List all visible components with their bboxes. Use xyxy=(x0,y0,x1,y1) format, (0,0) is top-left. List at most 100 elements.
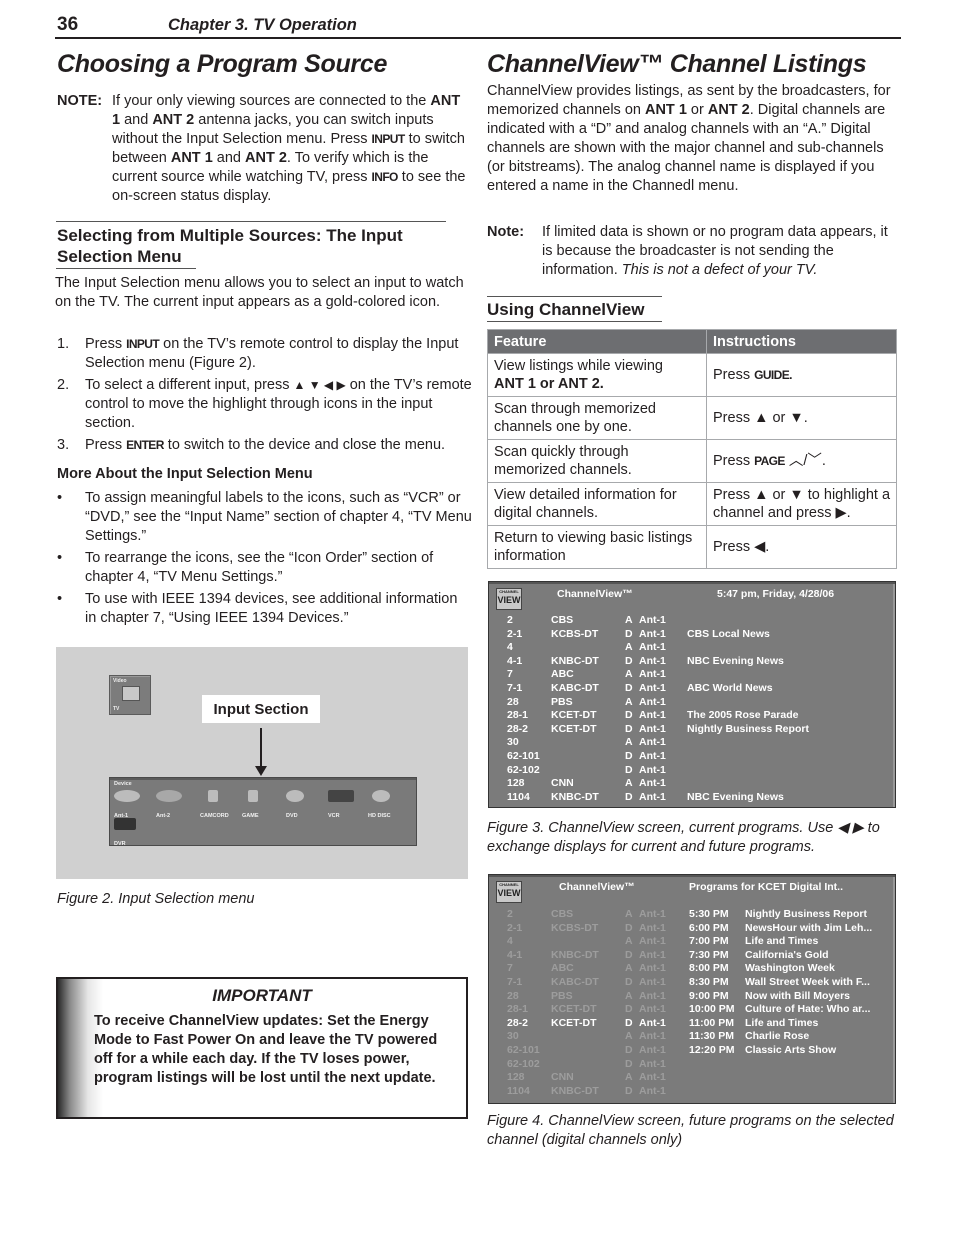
channel-name: KCET-DT xyxy=(551,722,597,735)
channel-row: 28-2 KCET-DT D Ant-1 Nightly Business Report xyxy=(489,723,895,737)
channelview-title: ChannelView™ xyxy=(559,881,635,893)
program-time: 11:30 PM xyxy=(689,1030,734,1043)
rule xyxy=(56,268,196,269)
section-title-channelview: ChannelView™ Channel Listings xyxy=(487,50,867,78)
figure-input-selection-menu: Video TV Input Section Device Ant-1 Ant-… xyxy=(56,647,468,879)
channel-number: 28-2 xyxy=(507,722,529,735)
logo-small-text: CHANNEL xyxy=(499,882,519,887)
channel-number: 62-101 xyxy=(507,750,540,762)
device-label: Device xyxy=(114,781,132,787)
table-header-row: Feature Instructions xyxy=(487,329,897,354)
channel-name: CNN xyxy=(551,1071,574,1084)
program-time: 7:00 PM xyxy=(689,935,729,948)
key-enter: ENTER xyxy=(126,438,164,452)
callout-arrow xyxy=(260,728,262,768)
instruction-cell: Press GUIDE. xyxy=(706,353,897,397)
list-item: 1. Press INPUT on the TV’s remote control… xyxy=(57,335,472,373)
program-time: 6:00 PM xyxy=(689,921,729,934)
subsection-heading-input-selection: Selecting from Multiple Sources: The Inp… xyxy=(57,226,403,266)
device-game: GAME xyxy=(242,790,282,822)
channel-row: 128 CNN A Ant-1 xyxy=(489,777,895,791)
channel-row: 7 ABC A Ant-1 xyxy=(489,668,895,682)
channelview-logo-icon: CHANNEL VIEW xyxy=(496,881,522,903)
channel-type: D xyxy=(625,709,633,722)
channel-name: PBS xyxy=(551,695,573,708)
list-item: • To rearrange the icons, see the “Icon O… xyxy=(57,549,472,587)
channel-name: KNBC-DT xyxy=(551,790,599,803)
channel-type: A xyxy=(625,777,633,790)
program-time: 10:00 PM xyxy=(689,1003,735,1016)
program-title: Life and Times xyxy=(745,1016,819,1029)
text: To select a different input, press xyxy=(85,377,294,393)
channel-number: 2-1 xyxy=(507,627,523,640)
channel-source: Ant-1 xyxy=(639,722,666,735)
schedule-row: 9:00 PM Now with Bill Moyers xyxy=(489,990,895,1004)
instruction-cell: Press PAGE ︿/﹀. xyxy=(706,439,897,483)
channel-row: 62-102 D Ant-1 xyxy=(489,764,895,778)
channel-source: Ant-1 xyxy=(639,790,666,803)
device-dvd: DVD xyxy=(286,790,326,822)
channel-row: 1104 KNBC-DT D Ant-1 xyxy=(489,1085,689,1099)
bullet-list: • To assign meaningful labels to the icon… xyxy=(57,489,472,631)
program-title: Culture of Hate: Who ar... xyxy=(745,1003,871,1016)
intro-paragraph: The Input Selection menu allows you to s… xyxy=(55,275,464,310)
important-text: To receive ChannelView updates: Set the … xyxy=(94,1013,438,1086)
step-number: 2. xyxy=(57,377,70,393)
channelview-note: Note: If limited data is shown or no pro… xyxy=(487,223,902,280)
logo-small-text: CHANNEL xyxy=(499,589,519,594)
channel-number: 7 xyxy=(507,668,513,681)
text: Press xyxy=(85,437,127,453)
channel-number: 62-102 xyxy=(507,1057,540,1070)
channel-source: Ant-1 xyxy=(639,654,666,667)
channel-number: 128 xyxy=(507,777,525,790)
text: and xyxy=(212,150,246,166)
channel-number: 28-1 xyxy=(507,709,529,722)
note-text: If your only viewing sources are connect… xyxy=(112,92,472,206)
channel-type: D xyxy=(625,763,633,776)
schedule-row: 7:30 PM California's Gold xyxy=(489,949,895,963)
schedule-row: 10:00 PM Culture of Hate: Who ar... xyxy=(489,1003,895,1017)
schedule-row: 7:00 PM Life and Times xyxy=(489,935,895,949)
program-title: Nightly Business Report xyxy=(687,722,809,735)
logo-big-text: VIEW xyxy=(497,595,521,605)
logo-big-text: VIEW xyxy=(497,888,521,898)
list-item: • To assign meaningful labels to the icon… xyxy=(57,489,472,546)
text: To use with IEEE 1394 devices, see addit… xyxy=(85,591,458,626)
schedule-row: 12:20 PM Classic Arts Show xyxy=(489,1044,895,1058)
bold-text: ANT 1 xyxy=(170,150,213,166)
figure3-caption: Figure 3. ChannelView screen, current pr… xyxy=(487,820,880,855)
channel-type: D xyxy=(625,1084,633,1097)
device-name: HD DISC xyxy=(368,813,391,819)
device-name: DVD xyxy=(286,813,298,819)
channel-row: 2 CBS A Ant-1 xyxy=(489,614,895,628)
channel-source: Ant-1 xyxy=(639,777,666,790)
bold-text: ANT 2 xyxy=(152,112,195,128)
antenna-icon xyxy=(156,790,182,802)
page-arrows-icon: ︿/﹀. xyxy=(784,453,826,469)
bold-text: ANT 2 xyxy=(245,150,287,166)
using-channelview-heading: Using ChannelView xyxy=(487,300,645,319)
device-dvr: DVR xyxy=(114,818,154,850)
program-title: NewsHour with Jim Leh... xyxy=(745,921,873,934)
feature-cell: Scan quickly through memorized channels. xyxy=(487,439,707,483)
schedule-row: 11:00 PM Life and Times xyxy=(489,1017,895,1031)
text: To rearrange the icons, see the “Icon Or… xyxy=(85,550,434,585)
bold-text: ANT 1 xyxy=(644,102,687,118)
channel-name: CBS xyxy=(551,614,574,626)
schedule-row: 11:30 PM Charlie Rose xyxy=(489,1030,895,1044)
hd-disc-icon xyxy=(372,790,390,802)
device-camcord: CAMCORD xyxy=(200,790,240,822)
key-info: INFO xyxy=(371,170,399,184)
channel-number: 28 xyxy=(507,695,519,708)
italic-text: This is not a defect of your TV. xyxy=(621,262,818,278)
program-title: NBC Evening News xyxy=(687,790,784,803)
chapter-title: Chapter 3. TV Operation xyxy=(168,16,357,34)
key-page: PAGE xyxy=(754,454,785,468)
channel-name: KNBC-DT xyxy=(551,654,599,667)
schedule-row: 8:00 PM Washington Week xyxy=(489,962,895,976)
figure4-caption: Figure 4. ChannelView screen, future pro… xyxy=(487,1113,894,1148)
programs-subtitle: Programs for KCET Digital Int.. xyxy=(689,881,844,893)
channelview-title: ChannelView™ xyxy=(557,588,633,600)
program-title: Wall Street Week with F... xyxy=(745,976,870,988)
vcr-icon xyxy=(328,790,354,802)
